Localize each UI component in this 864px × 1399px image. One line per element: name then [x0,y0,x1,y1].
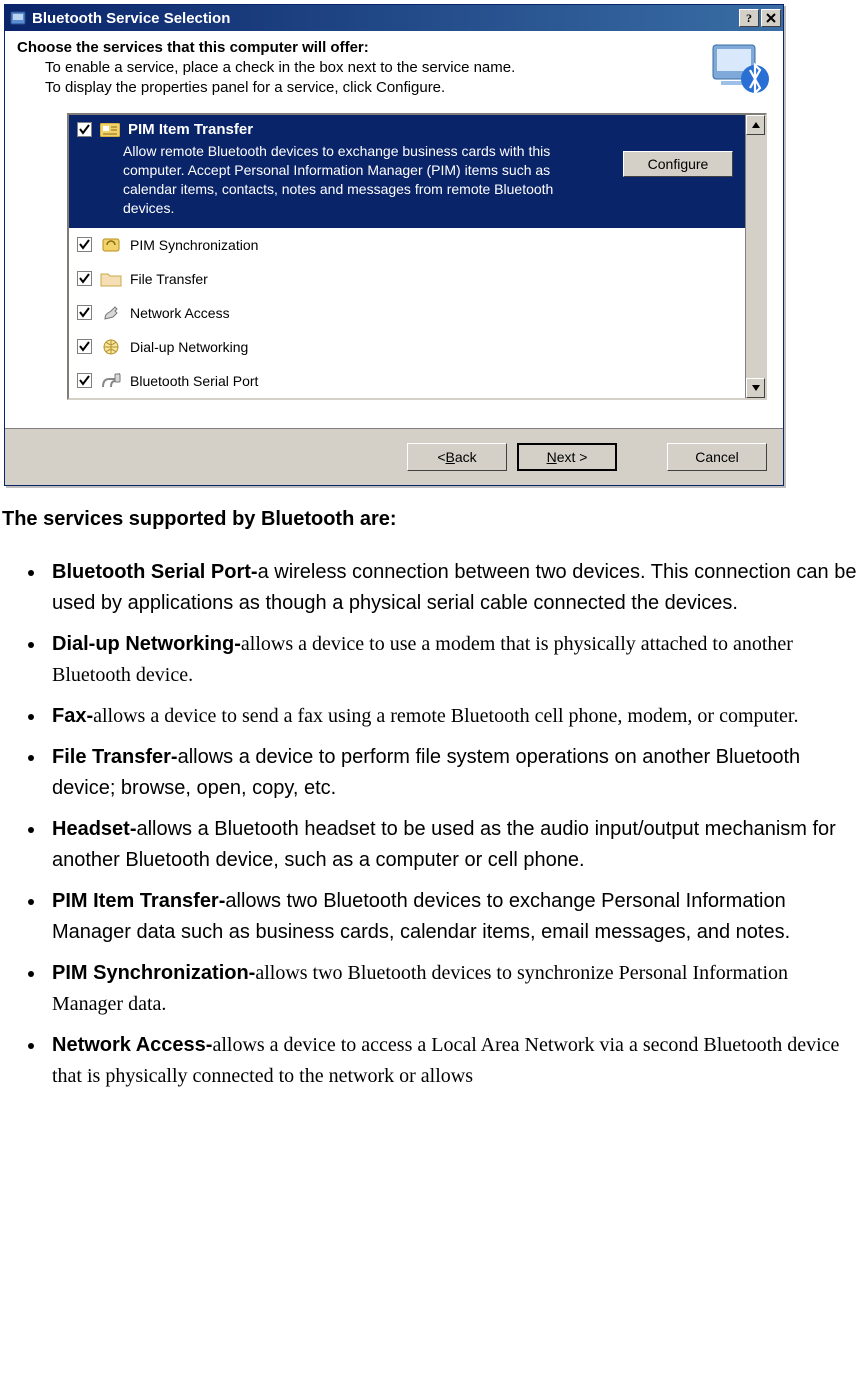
dialog-subtext-2: To display the properties panel for a se… [45,78,699,98]
checkmark-icon [79,375,90,386]
service-checkbox[interactable] [77,373,92,388]
service-item-selected[interactable]: PIM Item Transfer Allow remote Bluetooth… [69,115,745,228]
service-checkbox[interactable] [77,271,92,286]
service-item[interactable]: File Transfer [69,262,745,296]
bluetooth-computer-icon [707,39,771,99]
titlebar: Bluetooth Service Selection ? [5,5,783,31]
chevron-down-icon [752,385,760,391]
service-item[interactable]: Bluetooth Serial Port [69,364,745,398]
doc-item: Network Access-allows a device to access… [46,1030,859,1092]
checkmark-icon [79,307,90,318]
dialog-subtext-1: To enable a service, place a check in th… [45,58,699,78]
doc-item: Headset-allows a Bluetooth headset to be… [46,814,859,876]
service-checkbox[interactable] [77,339,92,354]
globe-icon [100,338,122,356]
checkmark-icon [79,124,90,135]
service-name: Dial-up Networking [130,339,248,355]
sync-icon [100,236,122,254]
dialog-body: Choose the services that this computer w… [5,31,783,428]
dialog-heading: Choose the services that this computer w… [17,39,699,56]
scroll-up-button[interactable] [746,115,765,135]
chevron-up-icon [752,122,760,128]
serial-icon [100,372,122,390]
plug-icon [100,304,122,322]
configure-button[interactable]: Configure [623,151,733,177]
scrollbar[interactable] [745,115,765,398]
dialog-window: Bluetooth Service Selection ? Choose the… [4,4,784,486]
service-item[interactable]: PIM Synchronization [69,228,745,262]
service-checkbox[interactable] [77,305,92,320]
service-name: PIM Item Transfer [128,121,253,138]
service-item[interactable]: Network Access [69,296,745,330]
next-button[interactable]: Next > [517,443,617,471]
doc-item: Bluetooth Serial Port-a wireless connect… [46,557,859,619]
service-checkbox[interactable] [77,237,92,252]
doc-item: Fax-allows a device to send a fax using … [46,701,859,732]
bluetooth-app-icon [9,9,27,27]
close-button[interactable] [761,9,781,27]
service-checkbox[interactable] [77,122,92,137]
service-item[interactable]: Dial-up Networking [69,330,745,364]
service-name: Bluetooth Serial Port [130,373,258,389]
doc-item: Dial-up Networking-allows a device to us… [46,629,859,691]
doc-list: Bluetooth Serial Port-a wireless connect… [46,557,859,1092]
close-icon [766,13,776,23]
service-list: PIM Item Transfer Allow remote Bluetooth… [67,113,767,400]
window-title: Bluetooth Service Selection [32,10,739,27]
service-name: PIM Synchronization [130,237,258,253]
folder-icon [100,270,122,288]
cancel-button[interactable]: Cancel [667,443,767,471]
service-name: File Transfer [130,271,208,287]
doc-lead: The services supported by Bluetooth are: [2,504,859,535]
checkmark-icon [79,341,90,352]
doc-item: File Transfer-allows a device to perform… [46,742,859,804]
back-button[interactable]: < Back [407,443,507,471]
document-text: The services supported by Bluetooth are:… [0,486,864,1092]
scroll-down-button[interactable] [746,378,765,398]
doc-item: PIM Synchronization-allows two Bluetooth… [46,958,859,1020]
checkmark-icon [79,239,90,250]
card-icon [100,122,120,138]
help-button[interactable]: ? [739,9,759,27]
doc-item: PIM Item Transfer-allows two Bluetooth d… [46,886,859,948]
checkmark-icon [79,273,90,284]
service-name: Network Access [130,305,230,321]
dialog-footer: < Back Next > Cancel [5,428,783,485]
